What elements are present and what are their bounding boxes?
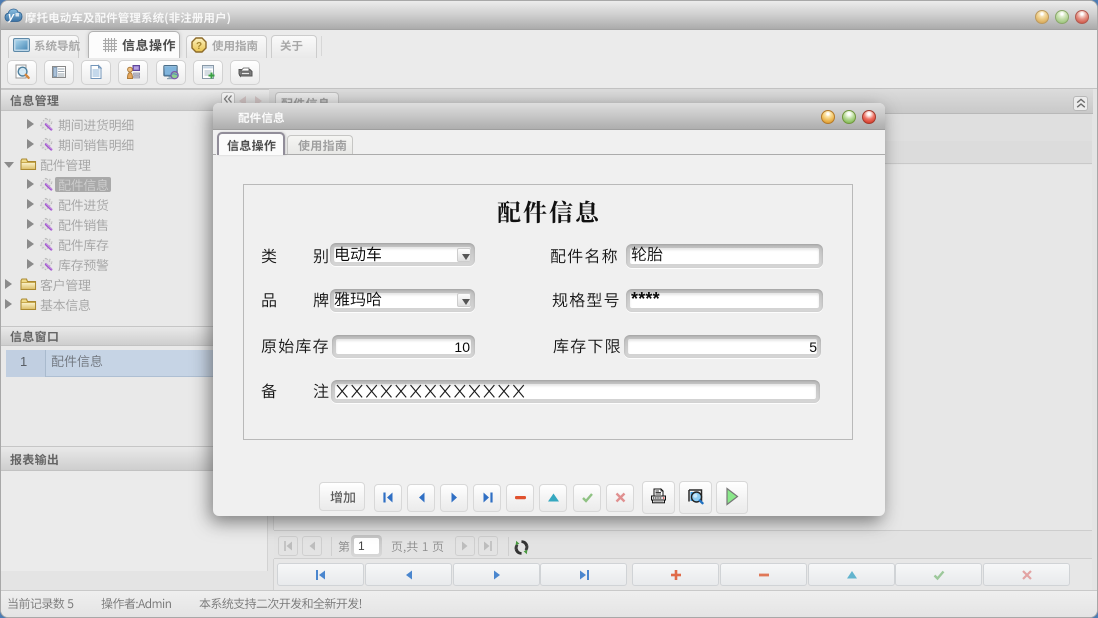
svg-text:?: ?	[196, 41, 202, 52]
svg-text:y: y	[7, 11, 15, 23]
